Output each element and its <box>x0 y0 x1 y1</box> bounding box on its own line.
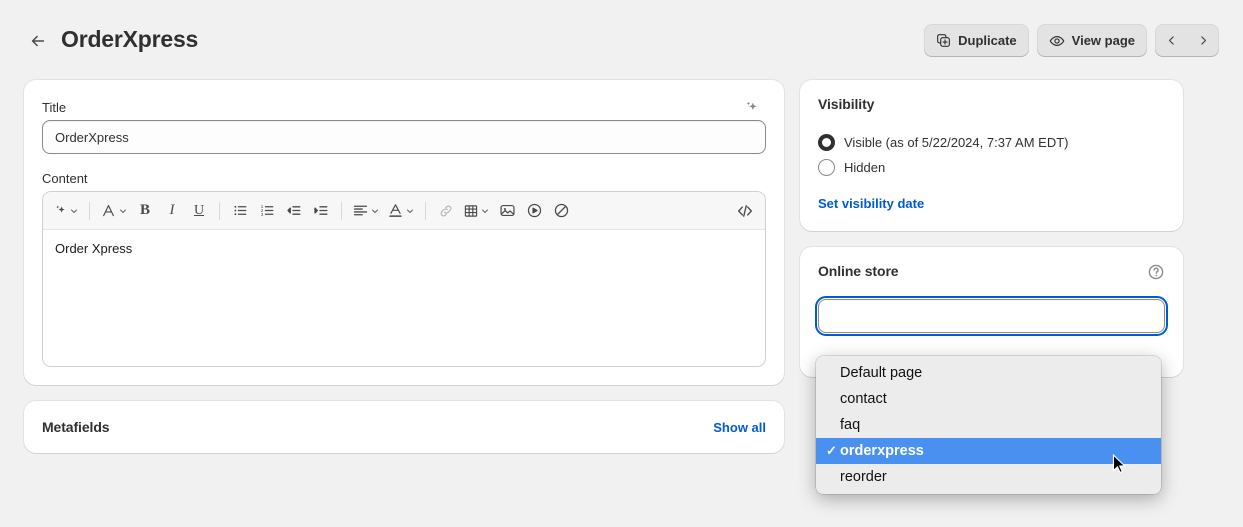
menu-item[interactable]: Default page <box>816 360 1161 386</box>
title-input[interactable] <box>42 120 766 154</box>
insert-video-button[interactable] <box>521 198 547 224</box>
menu-item-label: orderxpress <box>840 443 924 459</box>
duplicate-button[interactable]: Duplicate <box>924 24 1029 57</box>
menu-item[interactable]: reorder <box>816 464 1161 490</box>
radio-hidden-label: Hidden <box>844 160 885 175</box>
question-circle-icon[interactable] <box>1147 263 1165 281</box>
menu-item-label: faq <box>840 417 860 433</box>
metafields-show-all-link[interactable]: Show all <box>713 420 766 435</box>
radio-visible[interactable] <box>818 134 835 151</box>
visibility-card: Visibility Visible (as of 5/22/2024, 7:3… <box>800 80 1183 231</box>
title-field-label: Title <box>42 100 766 115</box>
visibility-option-visible[interactable]: Visible (as of 5/22/2024, 7:37 AM EDT) <box>818 134 1165 151</box>
template-dropdown-menu[interactable]: Default page contact faq ✓ orderxpress r… <box>816 356 1161 494</box>
duplicate-icon <box>936 33 951 48</box>
next-page-button[interactable] <box>1187 24 1219 57</box>
online-store-title: Online store <box>818 263 898 279</box>
insert-table-button[interactable] <box>460 198 493 224</box>
svg-text:3: 3 <box>260 212 263 217</box>
chevron-right-icon <box>1197 34 1210 47</box>
arrow-left-icon <box>29 32 47 50</box>
menu-item-label: Default page <box>840 365 922 381</box>
insert-image-button[interactable] <box>494 198 520 224</box>
chevron-down-icon <box>370 206 380 216</box>
page-root: OrderXpress Duplicate <box>0 0 1243 527</box>
bulleted-list-button[interactable] <box>227 198 253 224</box>
indent-button[interactable] <box>308 198 334 224</box>
visibility-option-hidden[interactable]: Hidden <box>818 159 1165 176</box>
back-button[interactable] <box>26 29 50 53</box>
theme-template-select[interactable] <box>818 299 1165 333</box>
rich-text-editor: B I U <box>42 191 766 367</box>
bold-button[interactable]: B <box>132 198 158 224</box>
insert-link-button[interactable] <box>433 198 459 224</box>
pagination-group <box>1155 24 1219 57</box>
text-color-button[interactable] <box>384 198 418 224</box>
radio-visible-label: Visible (as of 5/22/2024, 7:37 AM EDT) <box>844 135 1069 150</box>
previous-page-button[interactable] <box>1155 24 1187 57</box>
toolbar-separator <box>219 202 220 220</box>
outdent-button[interactable] <box>281 198 307 224</box>
edit-html-button[interactable] <box>732 198 758 224</box>
check-icon: ✓ <box>826 443 840 459</box>
main-column: Title Content <box>24 80 784 527</box>
menu-item[interactable]: faq <box>816 412 1161 438</box>
ai-tools-button[interactable] <box>50 198 82 224</box>
chevron-down-icon <box>480 206 490 216</box>
online-store-header: Online store <box>818 263 1165 281</box>
metafields-title: Metafields <box>42 419 109 435</box>
numbered-list-button[interactable]: 1 2 3 <box>254 198 280 224</box>
chevron-down-icon <box>405 206 415 216</box>
top-bar: OrderXpress Duplicate <box>0 0 1243 80</box>
text-style-button[interactable] <box>97 198 131 224</box>
eye-icon <box>1049 33 1065 49</box>
menu-item[interactable]: contact <box>816 386 1161 412</box>
set-visibility-date-link[interactable]: Set visibility date <box>818 196 924 211</box>
chevron-left-icon <box>1165 34 1178 47</box>
italic-button[interactable]: I <box>159 198 185 224</box>
title-content-card: Title Content <box>24 80 784 385</box>
text-align-button[interactable] <box>349 198 383 224</box>
toolbar-separator <box>341 202 342 220</box>
mouse-cursor-icon <box>1112 454 1126 474</box>
radio-hidden[interactable] <box>818 159 835 176</box>
toolbar-separator <box>89 202 90 220</box>
content-field-label: Content <box>42 171 766 186</box>
page-title: OrderXpress <box>61 26 198 53</box>
top-actions: Duplicate View page <box>924 24 1219 57</box>
visibility-title: Visibility <box>818 96 1165 112</box>
metafields-card: Metafields Show all <box>24 401 784 453</box>
view-page-label: View page <box>1072 33 1135 48</box>
sparkle-icon[interactable] <box>738 94 764 120</box>
chevron-down-icon <box>118 206 128 216</box>
toolbar-separator <box>425 202 426 220</box>
duplicate-label: Duplicate <box>958 33 1017 48</box>
clear-formatting-button[interactable] <box>548 198 574 224</box>
editor-toolbar: B I U <box>43 192 765 230</box>
view-page-button[interactable]: View page <box>1037 24 1147 57</box>
chevron-down-icon <box>69 206 79 216</box>
editor-content[interactable]: Order Xpress <box>43 230 765 366</box>
underline-button[interactable]: U <box>186 198 212 224</box>
menu-item-label: contact <box>840 391 887 407</box>
menu-item-selected[interactable]: ✓ orderxpress <box>816 438 1161 464</box>
menu-item-label: reorder <box>840 469 887 485</box>
